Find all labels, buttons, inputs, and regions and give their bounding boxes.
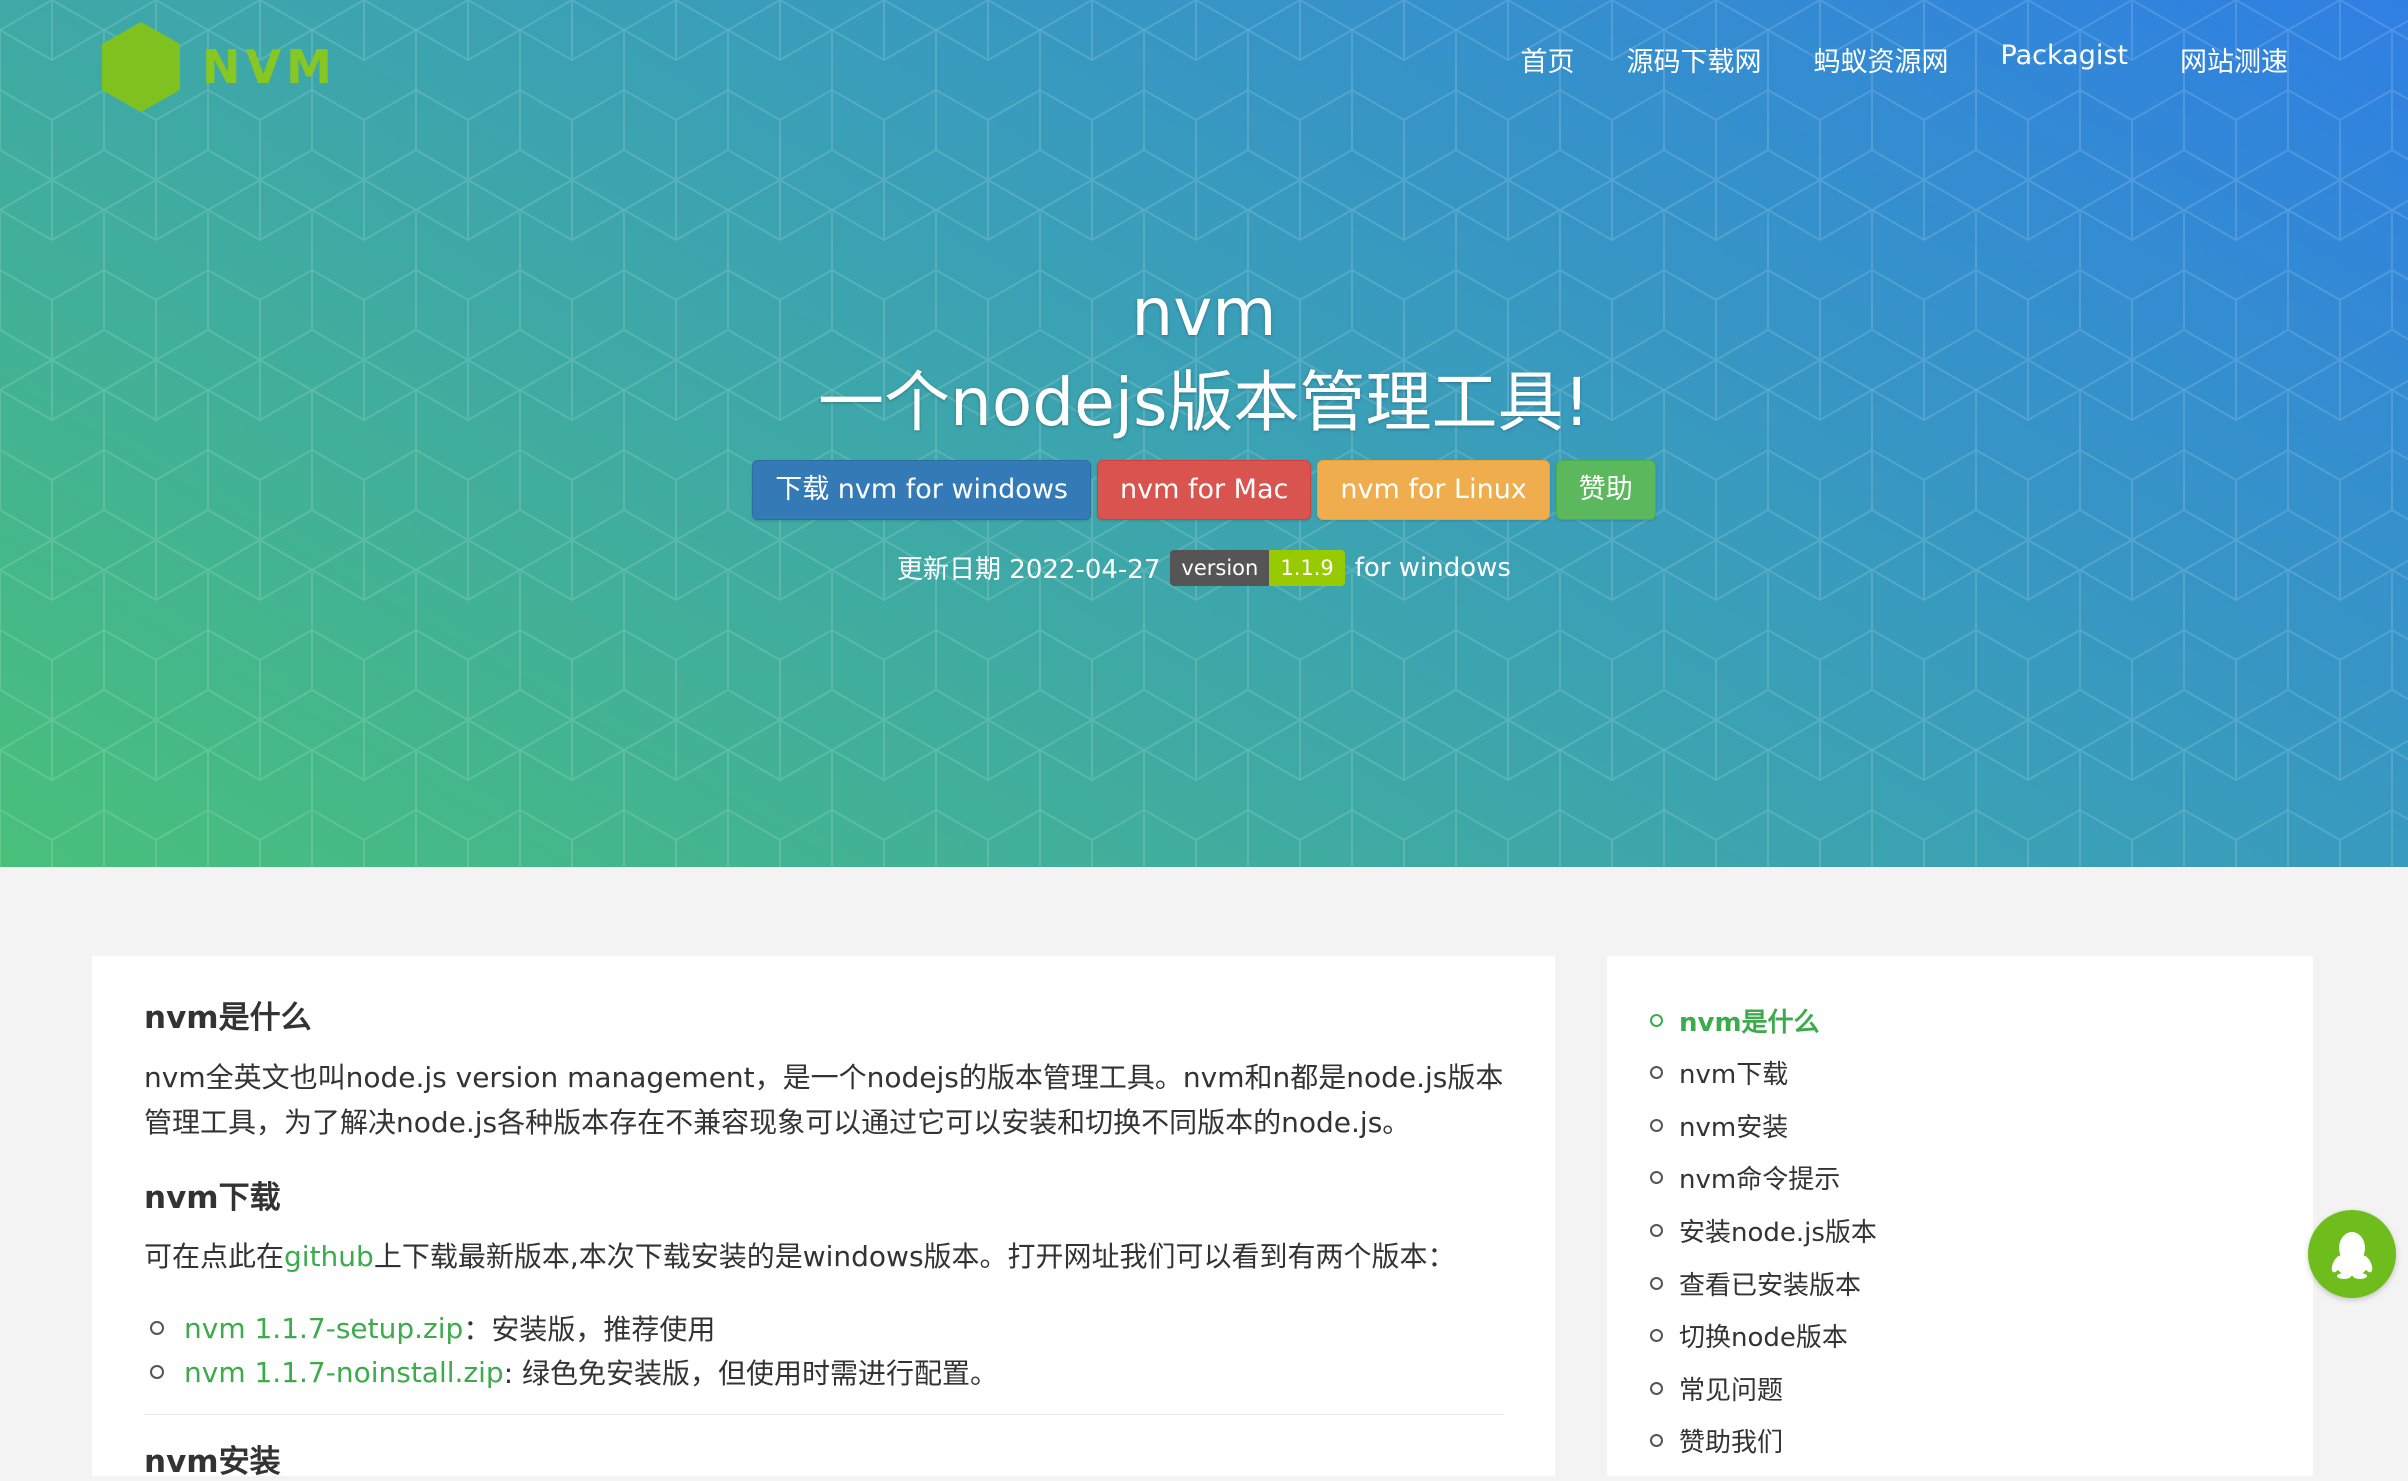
bullet-circle-icon	[1650, 1224, 1663, 1237]
toc-item-install[interactable]: nvm安装	[1650, 1107, 1788, 1144]
toc-item-label: 切换node版本	[1679, 1323, 1848, 1353]
section-title-install: nvm安装	[144, 1444, 281, 1480]
list-item: nvm 1.1.7-setup.zip ：安装版，推荐使用	[144, 1308, 715, 1348]
nav-speed-test[interactable]: 网站测速	[2180, 40, 2288, 79]
linux-button[interactable]: nvm for Linux	[1317, 460, 1550, 520]
download-text-after: 上下载最新版本,本次下载安装的是windows版本。打开网址我们可以看到有两个版…	[373, 1240, 1456, 1273]
qq-contact-button[interactable]	[2308, 1210, 2396, 1298]
hero-banner: NVM 首页 源码下载网 蚂蚁资源网 Packagist 网站测速 nvm 一个…	[0, 0, 2408, 867]
hexagon-icon	[102, 22, 180, 112]
toc-item-label: nvm命令提示	[1679, 1165, 1841, 1195]
section-title-what-is-nvm: nvm是什么	[144, 1000, 312, 1036]
logo-text: NVM	[202, 40, 337, 94]
nav-ant-resource[interactable]: 蚂蚁资源网	[1814, 40, 1949, 79]
bullet-circle-icon	[1650, 1014, 1663, 1027]
version-badge-label: version	[1170, 549, 1270, 586]
bullet-circle-icon	[1650, 1119, 1663, 1132]
update-platform: for windows	[1354, 552, 1511, 583]
mac-button[interactable]: nvm for Mac	[1096, 460, 1312, 520]
toc-item-label: 常见问题	[1679, 1376, 1784, 1406]
toc-item-label: nvm是什么	[1679, 1008, 1820, 1038]
qq-penguin-icon	[2331, 1232, 2373, 1279]
bullet-circle-icon	[1650, 1277, 1663, 1290]
update-info: 更新日期 2022-04-27 version 1.1.9 for window…	[0, 549, 2408, 586]
toc-item-label: 赞助我们	[1679, 1428, 1784, 1458]
bullet-circle-icon	[1650, 1066, 1663, 1079]
nav-source-download[interactable]: 源码下载网	[1627, 40, 1762, 79]
toc-item-faq[interactable]: 常见问题	[1650, 1370, 1783, 1407]
download-buttons: 下载 nvm for windows nvm for Mac nvm for L…	[0, 460, 2408, 520]
bullet-circle-icon	[1650, 1382, 1663, 1395]
toc-item-what-is-nvm[interactable]: nvm是什么	[1650, 1002, 1820, 1039]
toc-item-label: 查看已安装版本	[1679, 1271, 1862, 1301]
bullet-circle-icon	[1650, 1329, 1663, 1342]
setup-zip-link[interactable]: nvm 1.1.7-setup.zip	[184, 1312, 463, 1345]
site-logo[interactable]: NVM	[100, 20, 337, 114]
nav-packagist[interactable]: Packagist	[2001, 40, 2128, 79]
toc-sidebar: nvm是什么 nvm下载 nvm安装 nvm命令提示 安装node.js版本 查…	[1607, 956, 2313, 1476]
noinstall-zip-link[interactable]: nvm 1.1.7-noinstall.zip	[184, 1356, 504, 1389]
nav-home[interactable]: 首页	[1521, 40, 1575, 79]
hero-title: nvm	[1131, 274, 1277, 351]
section-divider	[144, 1414, 1504, 1415]
section-text-download: 可在点此在github上下载最新版本,本次下载安装的是windows版本。打开网…	[144, 1234, 1504, 1279]
hero-subtitle: 一个nodejs版本管理工具!	[818, 364, 1590, 441]
download-windows-button[interactable]: 下载 nvm for windows	[752, 460, 1091, 520]
version-badge: version 1.1.9	[1170, 549, 1345, 586]
download-text-before: 可在点此在	[144, 1240, 285, 1273]
bullet-circle-icon	[150, 1365, 164, 1379]
section-text-what-is-nvm: nvm全英文也叫node.js version management，是一个no…	[144, 1061, 1504, 1139]
toc-item-download[interactable]: nvm下载	[1650, 1054, 1788, 1091]
sponsor-button[interactable]: 赞助	[1555, 460, 1656, 520]
toc-item-label: nvm下载	[1679, 1060, 1789, 1090]
toc-item-sponsor[interactable]: 赞助我们	[1650, 1422, 1783, 1459]
toc-item-switch-node[interactable]: 切换node版本	[1650, 1317, 1848, 1354]
bullet-circle-icon	[1650, 1434, 1663, 1447]
section-title-download: nvm下载	[144, 1180, 281, 1216]
toc-item-commands[interactable]: nvm命令提示	[1650, 1159, 1840, 1196]
github-link[interactable]: github	[284, 1240, 374, 1273]
bullet-circle-icon	[1650, 1171, 1663, 1184]
setup-zip-desc: ：安装版，推荐使用	[463, 1313, 716, 1346]
toc-item-install-node[interactable]: 安装node.js版本	[1650, 1212, 1877, 1249]
update-date: 更新日期 2022-04-27	[897, 555, 1161, 585]
version-badge-value: 1.1.9	[1269, 549, 1345, 586]
toc-item-label: 安装node.js版本	[1679, 1218, 1877, 1248]
article-card: nvm是什么 nvm全英文也叫node.js version managemen…	[92, 956, 1555, 1480]
top-nav: 首页 源码下载网 蚂蚁资源网 Packagist 网站测速	[1469, 40, 2288, 79]
toc-item-label: nvm安装	[1679, 1113, 1789, 1143]
bullet-circle-icon	[150, 1321, 164, 1335]
toc-item-list-installed[interactable]: 查看已安装版本	[1650, 1265, 1861, 1302]
list-item: nvm 1.1.7-noinstall.zip : 绿色免安装版，但使用时需进行…	[144, 1352, 998, 1392]
noinstall-zip-desc: : 绿色免安装版，但使用时需进行配置。	[503, 1357, 999, 1390]
